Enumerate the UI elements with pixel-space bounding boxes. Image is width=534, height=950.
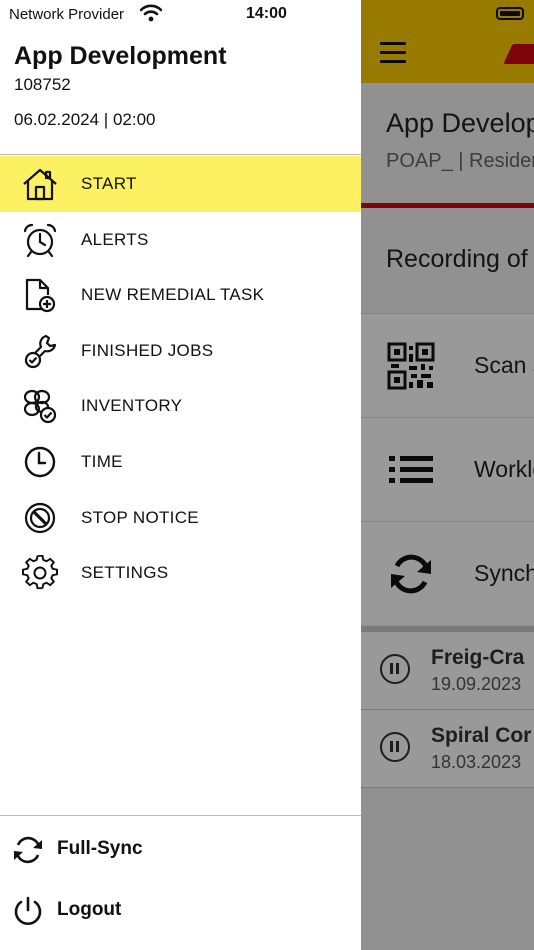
carrier-label: Network Provider (9, 6, 125, 23)
nav-item-inventory[interactable]: INVENTORY (0, 378, 361, 434)
house-icon (23, 168, 57, 201)
power-icon (14, 896, 42, 925)
nav-item-new-remedial-task[interactable]: NEW REMEDIAL TASK (0, 267, 361, 323)
nav-item-label: SETTINGS (81, 563, 169, 583)
wifi-icon (140, 4, 162, 22)
gear-icon (22, 555, 58, 590)
alarm-clock-icon (23, 223, 57, 257)
nav-item-label: FINISHED JOBS (81, 340, 214, 360)
sync-icon (14, 836, 42, 864)
clock-icon (24, 446, 56, 478)
full-sync-label: Full-Sync (57, 838, 143, 859)
nav-item-label: TIME (81, 451, 123, 471)
nav-item-label: ALERTS (81, 229, 149, 249)
nav-item-alerts[interactable]: ALERTS (0, 212, 361, 268)
nav-item-time[interactable]: TIME (0, 434, 361, 490)
footer-divider (0, 815, 361, 816)
boxes-check-icon (23, 390, 57, 424)
nav-item-settings[interactable]: SETTINGS (0, 545, 361, 601)
nav-item-label: START (81, 174, 137, 193)
nav-item-label: NEW REMEDIAL TASK (81, 285, 265, 305)
wrench-check-icon (24, 334, 57, 368)
nav-item-stop-notice[interactable]: STOP NOTICE (0, 490, 361, 546)
nav-item-start[interactable]: START (0, 156, 361, 212)
drawer-code: 108752 (14, 75, 71, 94)
logout-label: Logout (57, 899, 122, 920)
header-divider (0, 154, 361, 155)
document-add-icon (25, 279, 56, 313)
status-time: 14:00 (246, 5, 287, 22)
navigation-drawer: Network Provider 14:00 App Development 1… (0, 0, 361, 950)
nav-item-label: STOP NOTICE (81, 507, 199, 527)
nav-item-finished-jobs[interactable]: FINISHED JOBS (0, 323, 361, 379)
drawer-title: App Development (14, 42, 227, 70)
full-sync-button[interactable]: Full-Sync (0, 822, 361, 878)
stop-sign-icon (24, 502, 56, 533)
drawer-datetime: 06.02.2024 | 02:00 (14, 110, 156, 129)
drawer-nav: START ALERTS NEW REMEDIAL TASK FINISHED … (0, 156, 361, 601)
nav-item-label: INVENTORY (81, 396, 183, 416)
logout-button[interactable]: Logout (0, 883, 361, 939)
